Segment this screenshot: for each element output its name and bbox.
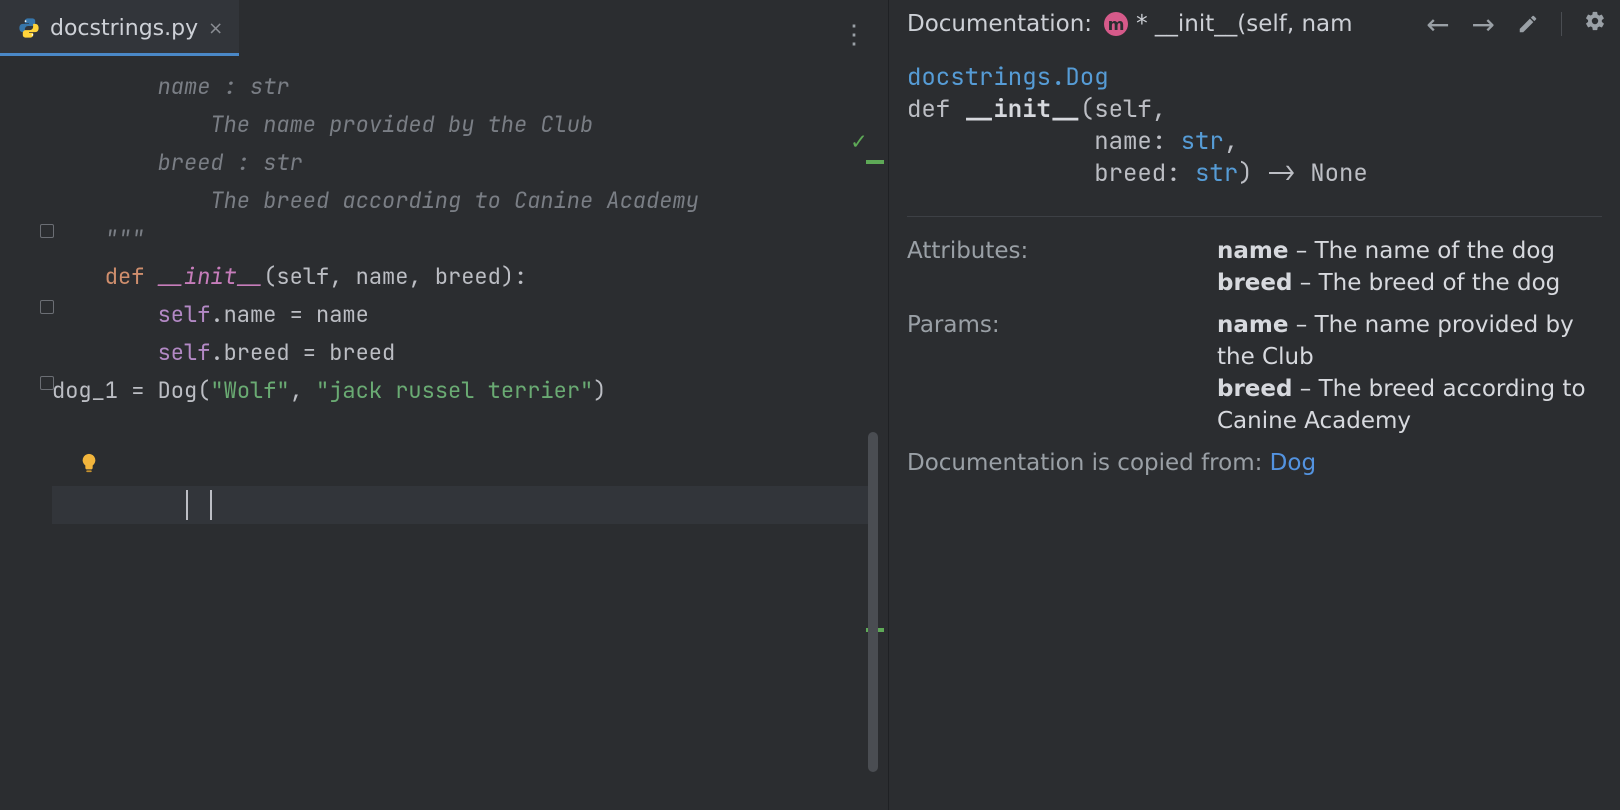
tab-kebab-menu[interactable]: ⋮	[841, 16, 866, 51]
attributes-label: Attributes:	[907, 235, 1217, 299]
method-badge-icon: m	[1104, 12, 1128, 36]
inspection-ok-icon[interactable]: ✓	[852, 126, 866, 157]
intention-bulb-icon[interactable]	[78, 452, 100, 474]
code-line: self.breed = breed	[52, 334, 888, 372]
text-caret	[186, 490, 188, 520]
marker-stripe	[866, 160, 884, 164]
file-tab[interactable]: docstrings.py ×	[0, 0, 239, 56]
current-line-highlight	[52, 486, 872, 524]
qualified-name: docstrings.Dog	[907, 62, 1109, 93]
tab-bar: docstrings.py × ⋮	[0, 0, 888, 56]
tab-filename: docstrings.py	[50, 16, 198, 41]
nav-back-icon[interactable]: ←	[1426, 8, 1449, 41]
code-area[interactable]: name : str The name provided by the Club…	[52, 56, 888, 810]
documentation-header: Documentation: m * __init__(self, nam ← …	[889, 0, 1620, 48]
editor-pane: docstrings.py × ⋮ name : str The name pr…	[0, 0, 888, 810]
documentation-body: docstrings.Dog def __init__(self, name: …	[889, 48, 1620, 479]
code-line: breed : str	[52, 144, 888, 182]
params-label: Params:	[907, 309, 1217, 437]
close-tab-icon[interactable]: ×	[208, 18, 223, 39]
settings-icon[interactable]	[1584, 9, 1606, 39]
nav-forward-icon[interactable]: →	[1472, 8, 1495, 41]
gutter	[0, 56, 52, 810]
code-line: name : str	[52, 68, 888, 106]
code-line: def __init__(self, name, breed):	[52, 258, 888, 296]
code-line: self.name = name	[52, 296, 888, 334]
panel-title: Documentation:	[907, 11, 1092, 37]
code-line: The name provided by the Club	[52, 106, 888, 144]
documentation-panel: Documentation: m * __init__(self, nam ← …	[888, 0, 1620, 810]
signature-block: docstrings.Dog def __init__(self, name: …	[907, 62, 1602, 217]
copied-from-note: Documentation is copied from: Dog	[907, 447, 1602, 479]
doc-toolbar: ← →	[1426, 8, 1606, 41]
code-line: """	[52, 220, 888, 258]
params-values: name – The name provided by the Club bre…	[1217, 309, 1602, 437]
text-caret	[210, 490, 212, 520]
divider	[1561, 12, 1562, 36]
doc-breadcrumb[interactable]: m * __init__(self, nam	[1104, 11, 1414, 37]
doc-sections: Attributes: name – The name of the dog b…	[907, 235, 1602, 437]
code-editor[interactable]: name : str The name provided by the Club…	[0, 56, 888, 810]
vertical-scrollbar[interactable]	[868, 432, 878, 772]
dog-link[interactable]: Dog	[1270, 450, 1316, 476]
edit-icon[interactable]	[1517, 13, 1539, 35]
code-line: The breed according to Canine Academy	[52, 182, 888, 220]
attributes-values: name – The name of the dog breed – The b…	[1217, 235, 1602, 299]
code-line: dog_1 = Dog("Wolf", "jack russel terrier…	[52, 372, 888, 410]
breadcrumb-text: * __init__(self, nam	[1136, 11, 1352, 37]
python-file-icon	[18, 17, 40, 39]
